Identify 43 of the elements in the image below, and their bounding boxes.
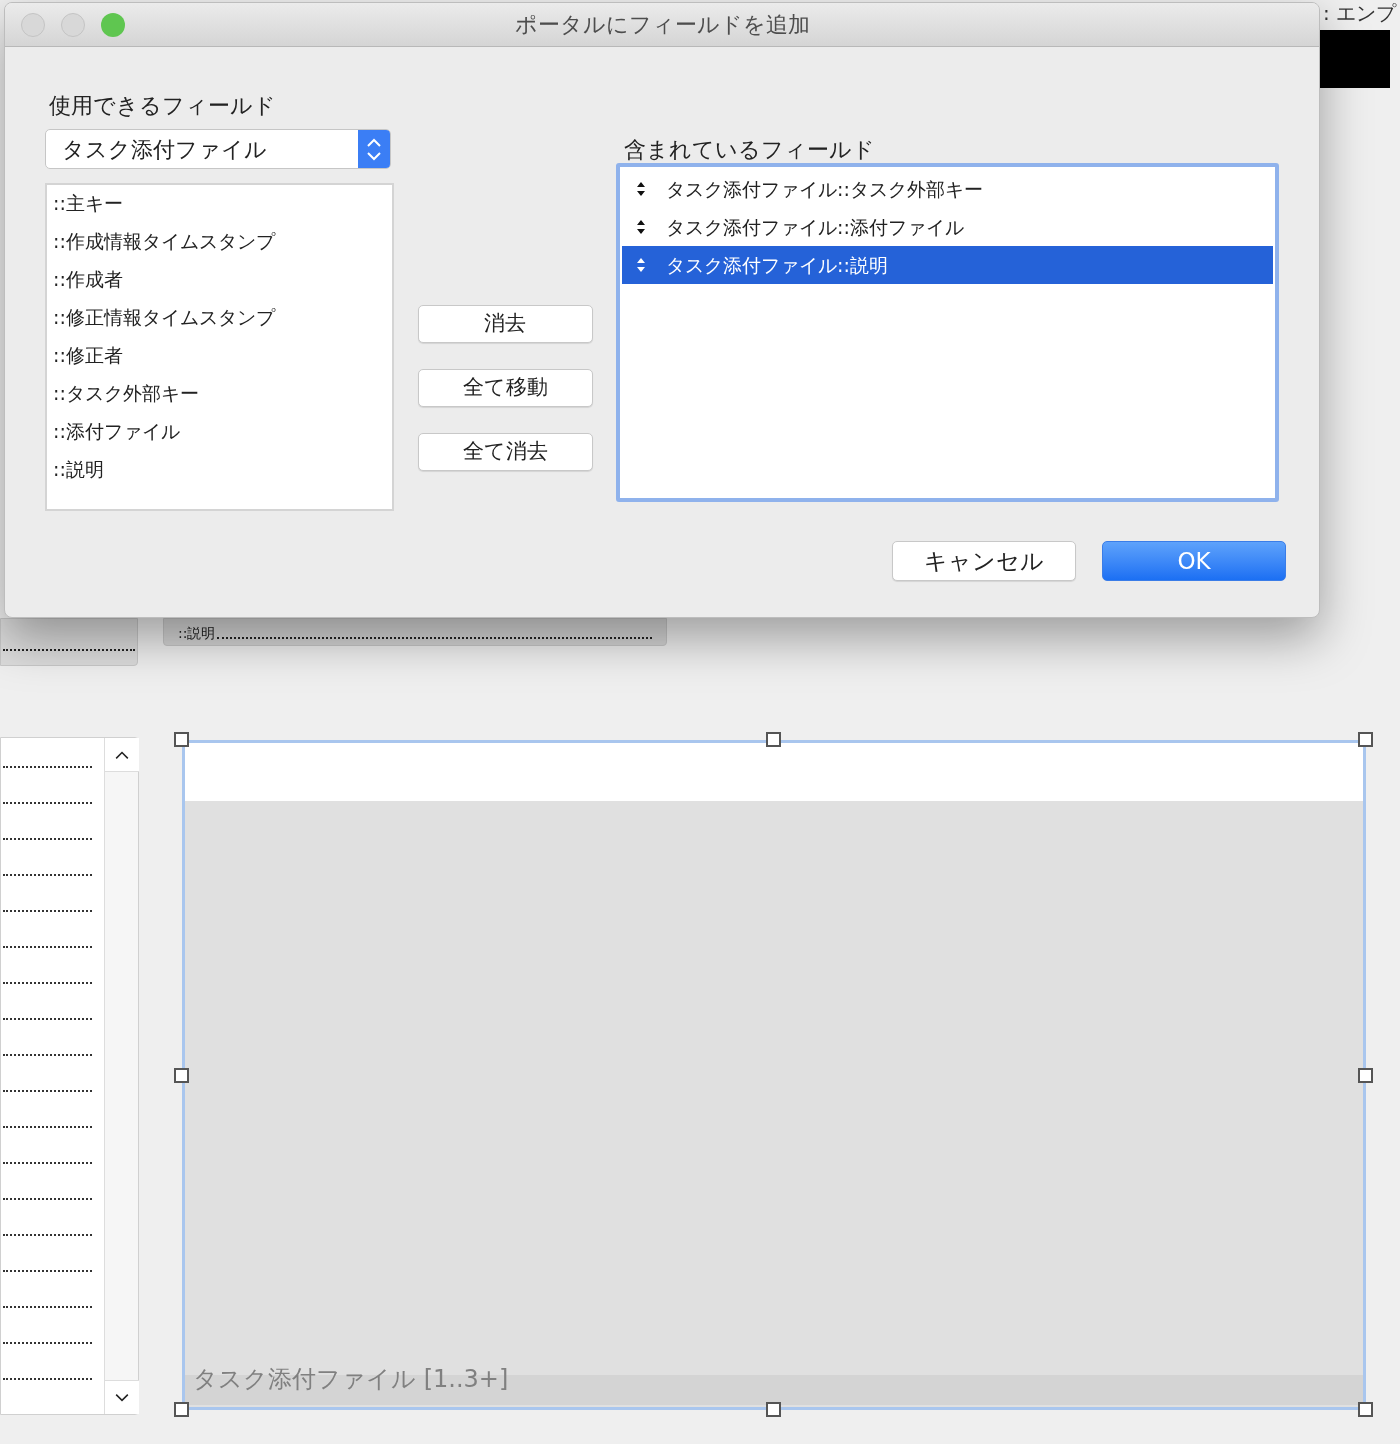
field-item[interactable]: ::タスク外部キー bbox=[47, 378, 392, 416]
available-field-list[interactable]: ::主キー ::作成情報タイムスタンプ ::作成者 ::修正情報タイムスタンプ ::修正者 ::タスク外部キー ::添付ファイル ::説明 bbox=[45, 183, 394, 511]
field-name: タスク添付ファイル::説明 bbox=[666, 252, 888, 278]
field-label: ::説明 bbox=[178, 625, 216, 641]
field-item[interactable]: ::作成情報タイムスタンプ bbox=[47, 226, 392, 264]
field-item[interactable]: ::修正者 bbox=[47, 340, 392, 378]
resize-handle[interactable] bbox=[1358, 1068, 1373, 1083]
move-button[interactable]: 全て消去 bbox=[417, 433, 593, 471]
resize-handle[interactable] bbox=[174, 732, 189, 747]
field-item[interactable]: ::作成者 bbox=[47, 264, 392, 302]
resize-handle[interactable] bbox=[1358, 1402, 1373, 1417]
scroll-bar[interactable] bbox=[104, 738, 138, 1414]
drag-handle-icon[interactable] bbox=[636, 182, 646, 196]
field-item[interactable]: ::添付ファイル bbox=[47, 416, 392, 454]
cancel-button[interactable]: キャンセル bbox=[892, 541, 1076, 581]
field-item[interactable]: ::説明 bbox=[47, 454, 392, 492]
resize-handle[interactable] bbox=[174, 1402, 189, 1417]
included-field-row[interactable]: タスク添付ファイル::添付ファイル bbox=[622, 208, 1273, 246]
move-button[interactable]: 全て移動 bbox=[417, 369, 593, 407]
field-item[interactable]: ::主キー bbox=[47, 188, 392, 226]
included-field-list[interactable]: タスク添付ファイル::タスク外部キー タスク添付ファイル::添付ファイル タスク添付ファイル::説明 bbox=[616, 163, 1279, 502]
field-name: タスク添付ファイル::タスク外部キー bbox=[666, 176, 983, 202]
resize-handle[interactable] bbox=[766, 732, 781, 747]
window-title: ポータルにフィールドを追加 bbox=[514, 11, 810, 39]
resize-handle[interactable] bbox=[174, 1068, 189, 1083]
available-fields-label: 使用できるフィールド bbox=[49, 92, 277, 120]
drag-handle-icon[interactable] bbox=[636, 258, 646, 272]
move-button[interactable]: 消去 bbox=[417, 305, 593, 343]
included-field-row[interactable]: タスク添付ファイル::タスク外部キー bbox=[622, 170, 1273, 208]
included-fields-label: 含まれているフィールド bbox=[624, 136, 876, 164]
resize-handle[interactable] bbox=[766, 1402, 781, 1417]
portal-label: タスク添付ファイル [1..3+] bbox=[193, 1364, 509, 1395]
corner-label: : エンプ bbox=[1322, 0, 1396, 27]
header-band bbox=[1320, 30, 1390, 88]
field-item[interactable]: ::修正情報タイムスタンプ bbox=[47, 302, 392, 340]
stepper-icon bbox=[358, 130, 390, 168]
drag-handle-icon[interactable] bbox=[636, 220, 646, 234]
field-name: タスク添付ファイル::添付ファイル bbox=[666, 214, 964, 240]
resize-handle[interactable] bbox=[1358, 732, 1373, 747]
included-field-row[interactable]: タスク添付ファイル::説明 bbox=[622, 246, 1273, 284]
table-popup[interactable]: タスク添付ファイル bbox=[45, 129, 391, 169]
scroll-up-icon[interactable] bbox=[105, 738, 139, 772]
scroll-down-icon[interactable] bbox=[105, 1380, 139, 1414]
